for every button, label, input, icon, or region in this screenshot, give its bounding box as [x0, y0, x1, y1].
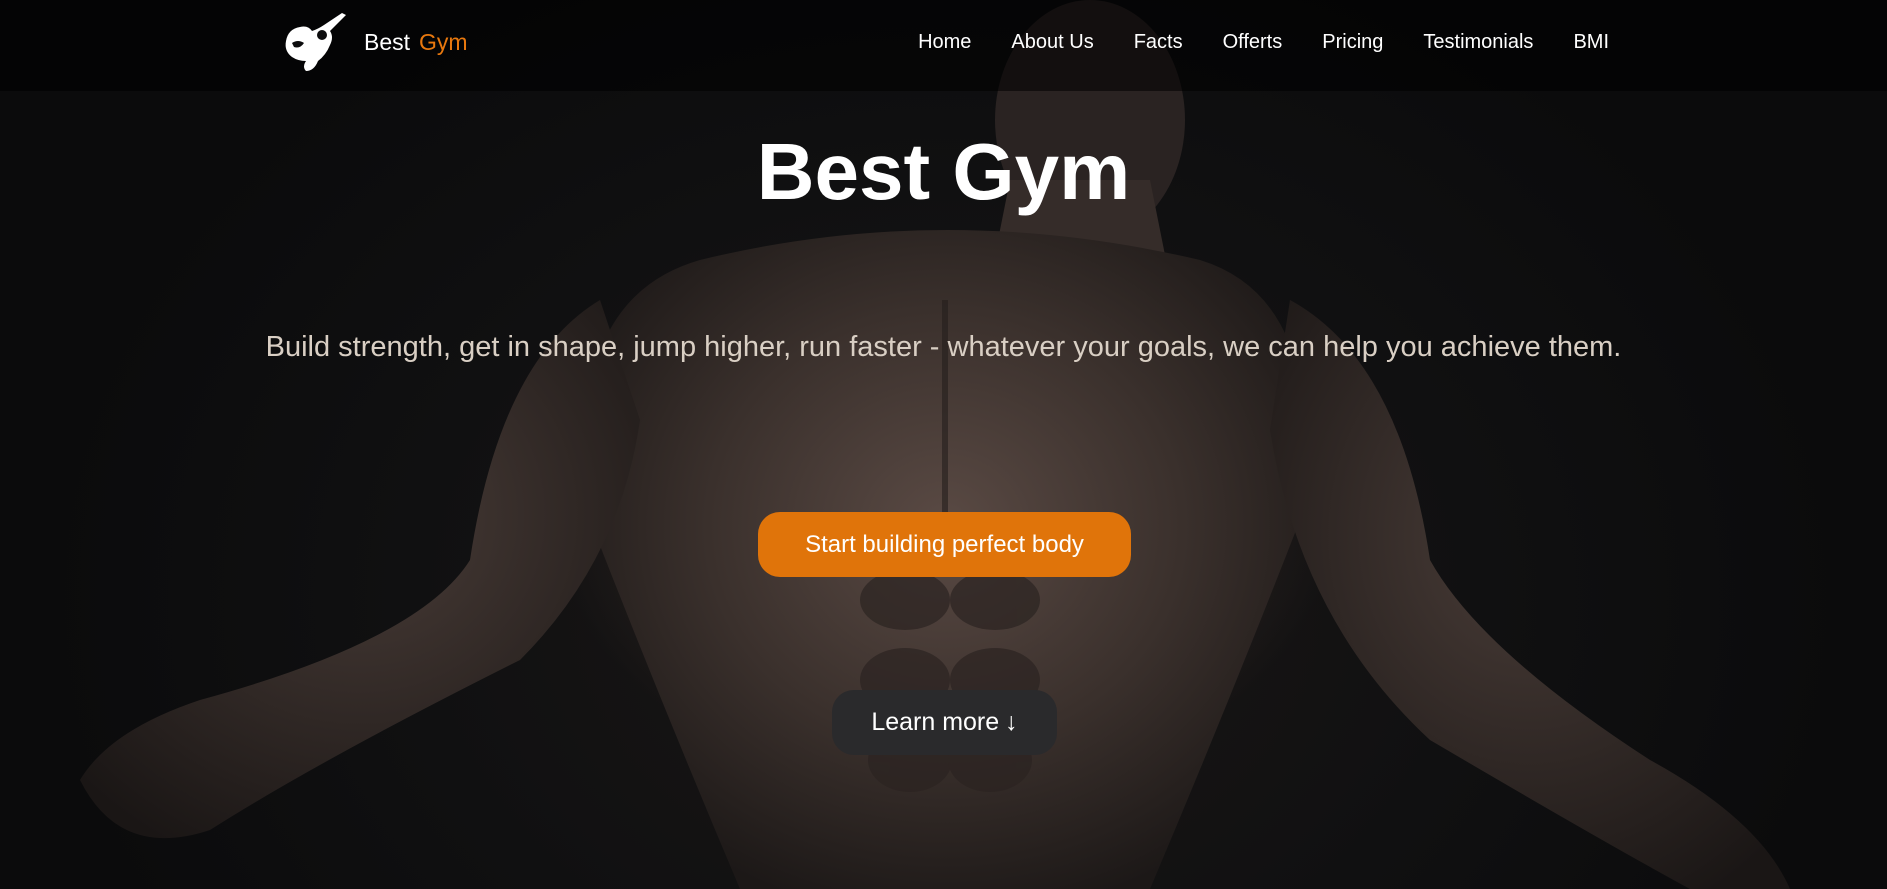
brand-logo[interactable]: Best Gym	[278, 12, 468, 72]
brand-name: Best Gym	[364, 29, 468, 56]
nav-facts[interactable]: Facts	[1134, 31, 1183, 54]
main-nav: Home About Us Facts Offerts Pricing Test…	[918, 0, 1609, 84]
nav-pricing[interactable]: Pricing	[1322, 31, 1383, 54]
hero-section: Best Gym Home About Us Facts Offerts Pri…	[0, 0, 1887, 889]
arrow-down-icon: ↓	[1005, 708, 1018, 736]
nav-testimonials[interactable]: Testimonials	[1423, 31, 1533, 54]
nav-bmi[interactable]: BMI	[1573, 31, 1609, 54]
hero-title: Best Gym	[756, 127, 1131, 216]
brand-second: Gym	[419, 28, 468, 55]
learn-more-button[interactable]: Learn more ↓	[832, 690, 1057, 755]
top-navbar: Best Gym Home About Us Facts Offerts Pri…	[0, 0, 1887, 91]
brand-first: Best	[364, 28, 411, 55]
learn-more-label: Learn more	[871, 708, 1000, 736]
nav-offerts[interactable]: Offerts	[1223, 31, 1283, 54]
muscle-athlete-icon	[285, 13, 346, 71]
hero-subtitle: Build strength, get in shape, jump highe…	[265, 331, 1622, 363]
nav-about-us[interactable]: About Us	[1011, 31, 1093, 54]
start-building-button[interactable]: Start building perfect body	[758, 512, 1131, 577]
nav-home[interactable]: Home	[918, 31, 971, 54]
